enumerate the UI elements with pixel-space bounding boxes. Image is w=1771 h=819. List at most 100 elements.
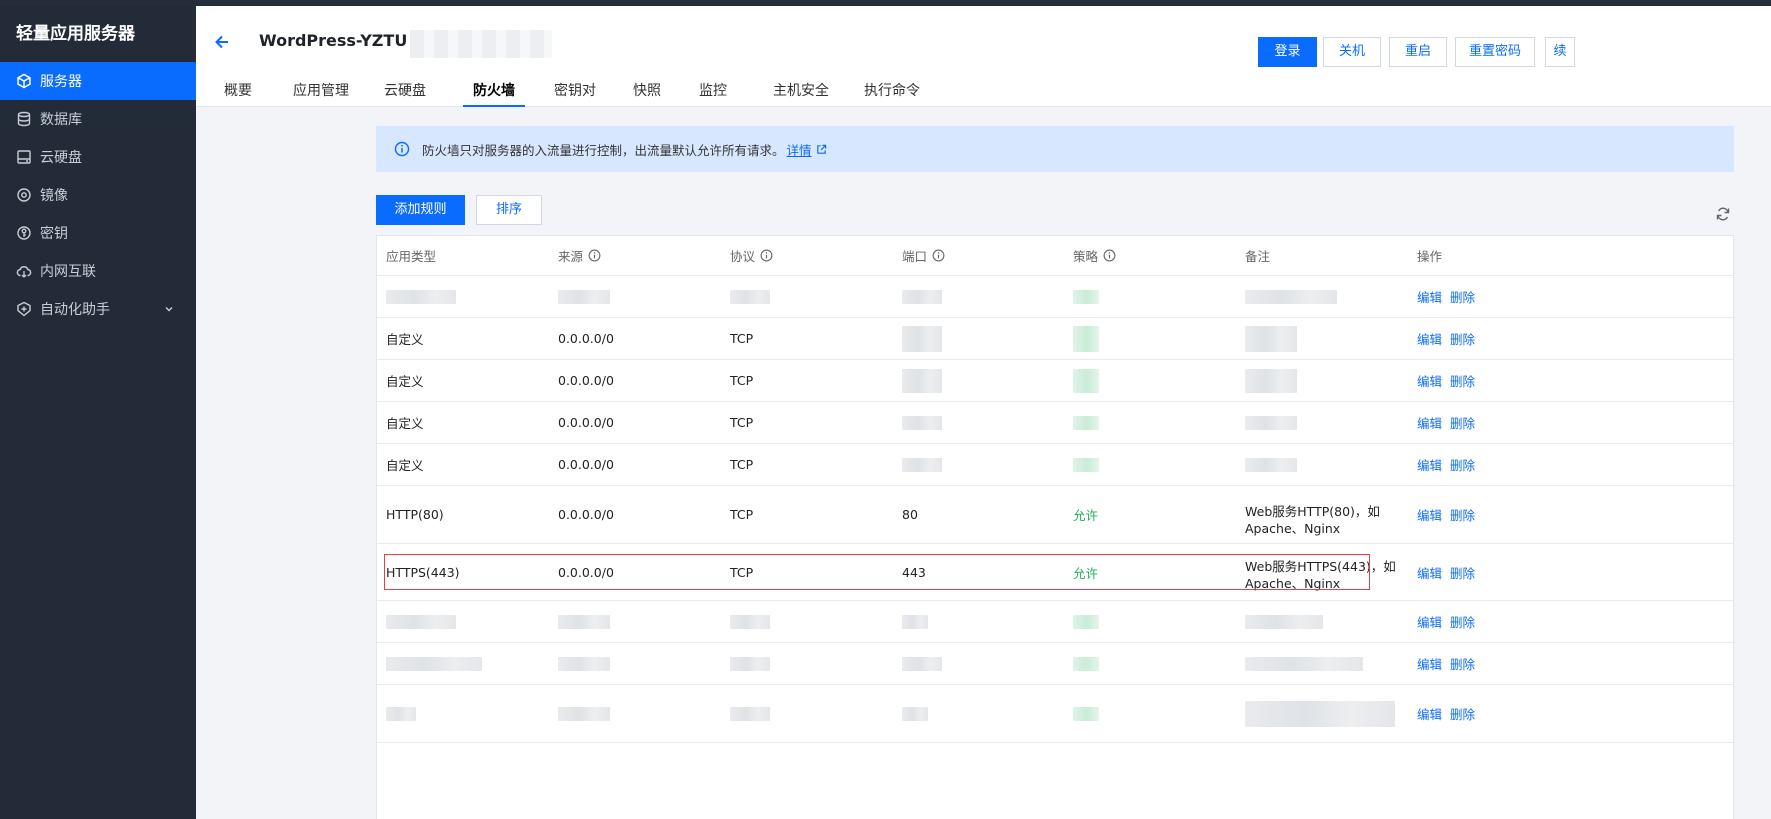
table-row: 编辑 删除: [377, 601, 1733, 643]
masked-cell: [902, 402, 942, 443]
sidebar-item-disk[interactable]: 云硬盘: [0, 138, 196, 176]
tab-host-security[interactable]: 主机安全: [773, 80, 829, 107]
edit-link[interactable]: 编辑: [1417, 704, 1442, 723]
delete-link[interactable]: 删除: [1450, 329, 1475, 348]
source-cell: 0.0.0.0/0: [558, 564, 614, 580]
tab-run-command[interactable]: 执行命令: [864, 80, 920, 107]
info-icon: [394, 141, 410, 157]
reset-password-button[interactable]: 重置密码: [1455, 37, 1535, 67]
back-arrow-icon[interactable]: [212, 32, 232, 52]
delete-link[interactable]: 删除: [1450, 413, 1475, 432]
refresh-icon[interactable]: [1715, 206, 1731, 222]
sidebar-item-key[interactable]: 密钥: [0, 214, 196, 252]
edit-link[interactable]: 编辑: [1417, 371, 1442, 390]
edit-link[interactable]: 编辑: [1417, 329, 1442, 348]
app-type-cell: 自定义: [386, 332, 424, 347]
protocol-cell: TCP: [730, 331, 754, 346]
sidebar-item-database[interactable]: 数据库: [0, 100, 196, 138]
row-actions: 编辑 删除: [1417, 276, 1483, 317]
masked-cell: [1073, 685, 1099, 742]
table-row: 自定义 0.0.0.0/0 TCP 编辑 删除: [377, 360, 1733, 402]
cube-icon: [17, 73, 31, 89]
tab-app-management[interactable]: 应用管理: [293, 80, 349, 107]
delete-link[interactable]: 删除: [1450, 287, 1475, 306]
edit-link[interactable]: 编辑: [1417, 612, 1442, 631]
masked-cell: [386, 685, 416, 742]
sidebar-item-image[interactable]: 镜像: [0, 176, 196, 214]
alert-text: 防火墙只对服务器的入流量进行控制，出流量默认允许所有请求。: [422, 142, 785, 158]
source-cell: 0.0.0.0/0: [558, 415, 614, 430]
row-actions: 编辑 删除: [1417, 318, 1483, 359]
edit-link[interactable]: 编辑: [1417, 563, 1442, 582]
masked-cell: [1073, 276, 1099, 317]
port-cell: 80: [902, 507, 918, 522]
port-cell: 443: [902, 564, 926, 580]
sort-button[interactable]: 排序: [476, 195, 542, 225]
masked-cell: [902, 444, 942, 485]
masked-cell: [1245, 360, 1297, 401]
masked-cell: [1245, 318, 1297, 359]
masked-cell: [1073, 360, 1099, 401]
restart-button[interactable]: 重启: [1389, 37, 1447, 67]
delete-link[interactable]: 删除: [1450, 371, 1475, 390]
firewall-rules-table: 应用类型 来源 协议 端口 策略 备注 操作 编辑 删除 自定义 0.0.0.0/…: [376, 235, 1734, 819]
sidebar-item-label: 密钥: [40, 226, 68, 242]
renew-button[interactable]: 续: [1545, 37, 1575, 67]
masked-cell: [1245, 685, 1395, 742]
chevron-down-icon[interactable]: [162, 302, 176, 316]
main-content: WordPress-YZTU 登录 关机 重启 重置密码 续 概要 应用管理 云…: [196, 6, 1771, 819]
image-icon: [17, 188, 31, 202]
sidebar-item-network[interactable]: 内网互联: [0, 252, 196, 290]
tab-key-pair[interactable]: 密钥对: [554, 80, 596, 107]
delete-link[interactable]: 删除: [1450, 505, 1475, 524]
protocol-cell: TCP: [730, 457, 754, 472]
sidebar-item-label: 数据库: [40, 112, 82, 128]
delete-link[interactable]: 删除: [1450, 455, 1475, 474]
column-header-source: 来源: [558, 236, 601, 275]
tab-cloud-disk[interactable]: 云硬盘: [384, 80, 426, 107]
delete-link[interactable]: 删除: [1450, 563, 1475, 582]
tab-monitor[interactable]: 监控: [699, 80, 727, 107]
shutdown-button[interactable]: 关机: [1323, 37, 1381, 67]
tab-snapshot[interactable]: 快照: [633, 80, 661, 107]
app-type-cell: HTTPS(443): [386, 564, 460, 580]
sidebar-item-label: 服务器: [40, 74, 82, 90]
masked-cell: [730, 276, 770, 317]
delete-link[interactable]: 删除: [1450, 654, 1475, 673]
sidebar-item-server[interactable]: 服务器: [0, 62, 196, 100]
tab-overview[interactable]: 概要: [224, 80, 252, 107]
help-icon[interactable]: [932, 249, 945, 262]
policy-cell: 允许: [1073, 565, 1099, 581]
edit-link[interactable]: 编辑: [1417, 413, 1442, 432]
row-actions: 编辑 删除: [1417, 360, 1483, 401]
cloud-link-icon: [16, 266, 32, 278]
add-rule-button[interactable]: 添加规则: [376, 195, 465, 225]
row-actions: 编辑 删除: [1417, 486, 1483, 543]
table-row: 编辑 删除: [377, 685, 1733, 743]
edit-link[interactable]: 编辑: [1417, 654, 1442, 673]
row-actions: 编辑 删除: [1417, 685, 1483, 742]
help-icon[interactable]: [1103, 249, 1116, 262]
sidebar-item-automation[interactable]: 自动化助手: [0, 290, 196, 328]
automation-icon: [17, 301, 31, 317]
login-button[interactable]: 登录: [1258, 37, 1317, 67]
protocol-cell: TCP: [730, 564, 754, 580]
edit-link[interactable]: 编辑: [1417, 505, 1442, 524]
edit-link[interactable]: 编辑: [1417, 287, 1442, 306]
edit-link[interactable]: 编辑: [1417, 455, 1442, 474]
external-link-icon[interactable]: [816, 144, 827, 155]
masked-cell: [902, 601, 928, 642]
tab-firewall[interactable]: 防火墙: [463, 80, 525, 107]
source-cell: 0.0.0.0/0: [558, 457, 614, 472]
masked-cell: [386, 601, 456, 642]
app-type-cell: 自定义: [386, 458, 424, 473]
masked-instance-id: [410, 30, 552, 58]
masked-cell: [1245, 601, 1323, 642]
details-link[interactable]: 详情: [787, 140, 812, 159]
delete-link[interactable]: 删除: [1450, 612, 1475, 631]
masked-cell: [902, 276, 942, 317]
help-icon[interactable]: [760, 249, 773, 262]
masked-cell: [730, 685, 770, 742]
delete-link[interactable]: 删除: [1450, 704, 1475, 723]
help-icon[interactable]: [588, 249, 601, 262]
